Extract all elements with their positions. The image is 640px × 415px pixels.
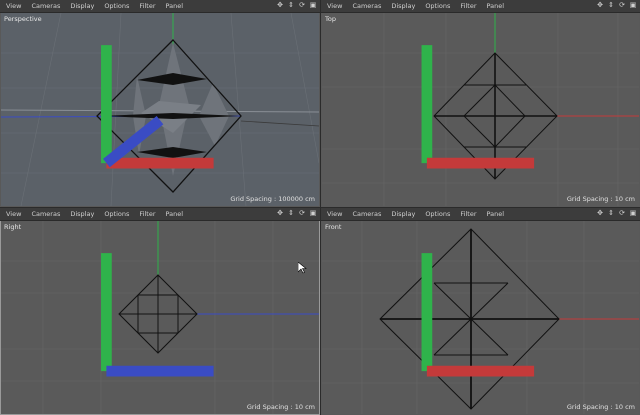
move-icon[interactable]: ✥ (276, 1, 284, 10)
menu-filter[interactable]: Filter (134, 0, 160, 12)
menu-panel[interactable]: Panel (161, 208, 189, 220)
menu-view[interactable]: View (321, 208, 347, 220)
menu-display[interactable]: Display (386, 0, 420, 12)
menu-cameras[interactable]: Cameras (347, 0, 386, 12)
viewport-front[interactable]: View Cameras Display Options Filter Pane… (321, 208, 640, 415)
right-canvas[interactable]: Right Grid Spacing : 10 cm (1, 221, 319, 414)
menu-options[interactable]: Options (99, 208, 134, 220)
menu-display[interactable]: Display (65, 0, 99, 12)
menu-panel[interactable]: Panel (161, 0, 189, 12)
rotate-icon[interactable]: ⟳ (618, 209, 626, 218)
maximize-icon[interactable]: ▣ (309, 209, 317, 218)
move-icon[interactable]: ✥ (596, 1, 604, 10)
viewport-menubar: View Cameras Display Options Filter Pane… (0, 208, 320, 221)
front-canvas[interactable]: Front Grid Spacing : 10 cm (322, 221, 639, 414)
maximize-icon[interactable]: ▣ (309, 1, 317, 10)
viewport-menubar: View Cameras Display Options Filter Pane… (321, 208, 640, 221)
menu-view[interactable]: View (321, 0, 347, 12)
menu-options[interactable]: Options (99, 0, 134, 12)
viewport-menubar: View Cameras Display Options Filter Pane… (0, 0, 320, 13)
menu-options[interactable]: Options (420, 0, 455, 12)
viewport-menubar: View Cameras Display Options Filter Pane… (321, 0, 640, 13)
move-icon[interactable]: ✥ (276, 209, 284, 218)
menu-cameras[interactable]: Cameras (26, 0, 65, 12)
menu-cameras[interactable]: Cameras (347, 208, 386, 220)
menu-cameras[interactable]: Cameras (26, 208, 65, 220)
viewport-right[interactable]: View Cameras Display Options Filter Pane… (0, 208, 320, 415)
zoom-icon[interactable]: ⇕ (287, 209, 295, 218)
perspective-canvas[interactable]: Perspective Grid Spacing : 100000 cm (1, 13, 319, 206)
top-canvas[interactable]: Top Grid Spacing : 10 cm (322, 13, 639, 206)
viewport-top[interactable]: View Cameras Display Options Filter Pane… (321, 0, 640, 207)
zoom-icon[interactable]: ⇕ (607, 1, 615, 10)
mouse-cursor-icon (298, 262, 307, 274)
axis-gizmo-icon (421, 253, 535, 377)
zoom-icon[interactable]: ⇕ (287, 1, 295, 10)
viewport-perspective[interactable]: View Cameras Display Options Filter Pane… (0, 0, 320, 207)
menu-filter[interactable]: Filter (455, 0, 481, 12)
axis-gizmo-icon (421, 45, 535, 169)
menu-filter[interactable]: Filter (134, 208, 160, 220)
move-icon[interactable]: ✥ (596, 209, 604, 218)
rotate-icon[interactable]: ⟳ (298, 209, 306, 218)
menu-panel[interactable]: Panel (482, 208, 510, 220)
rotate-icon[interactable]: ⟳ (298, 1, 306, 10)
menu-panel[interactable]: Panel (482, 0, 510, 12)
menu-display[interactable]: Display (65, 208, 99, 220)
menu-view[interactable]: View (0, 0, 26, 12)
axis-gizmo-icon (101, 45, 214, 169)
maximize-icon[interactable]: ▣ (629, 209, 637, 218)
maximize-icon[interactable]: ▣ (629, 1, 637, 10)
zoom-icon[interactable]: ⇕ (607, 209, 615, 218)
menu-filter[interactable]: Filter (455, 208, 481, 220)
menu-options[interactable]: Options (420, 208, 455, 220)
axis-gizmo-icon (101, 253, 214, 377)
menu-display[interactable]: Display (386, 208, 420, 220)
rotate-icon[interactable]: ⟳ (618, 1, 626, 10)
menu-view[interactable]: View (0, 208, 26, 220)
